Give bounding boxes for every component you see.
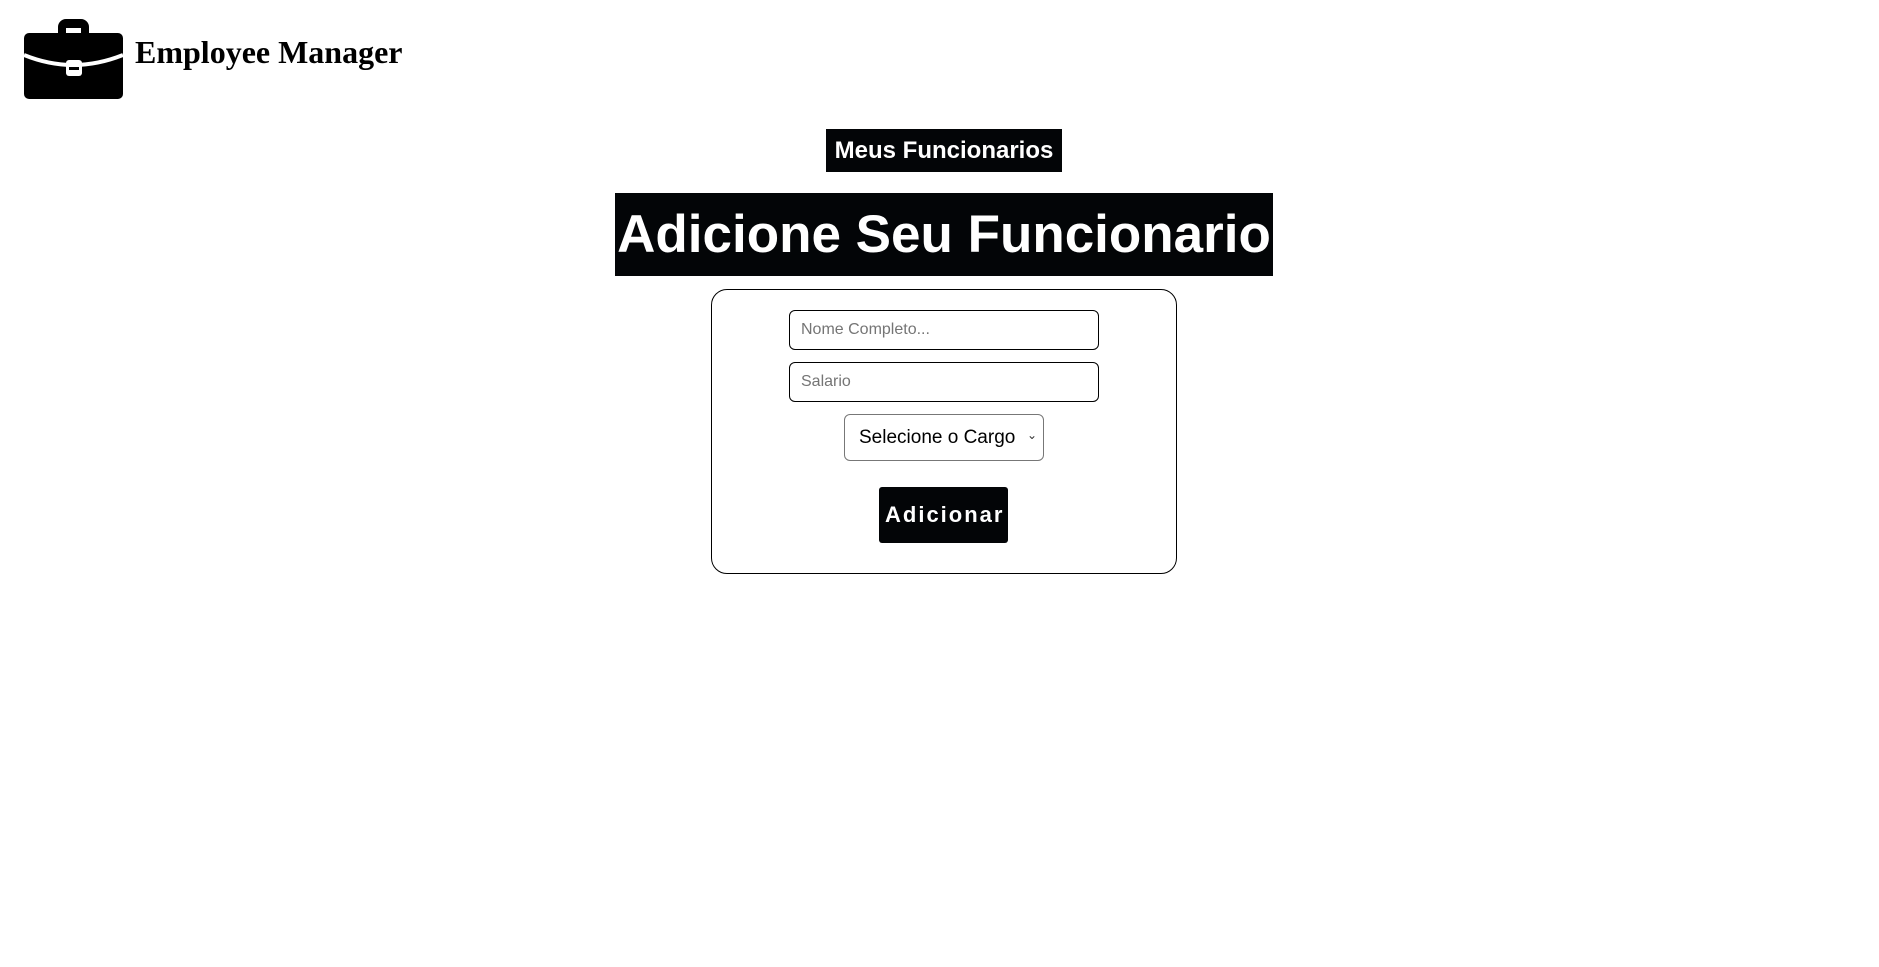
add-button[interactable]: Adicionar (879, 487, 1008, 543)
salary-input[interactable] (789, 362, 1099, 402)
add-employee-form: Selecione o Cargo ⌄ Adicionar (711, 289, 1177, 574)
page-title: Adicione Seu Funcionario (615, 193, 1273, 276)
my-employees-link[interactable]: Meus Funcionarios (826, 129, 1062, 172)
full-name-input[interactable] (789, 310, 1099, 350)
app-brand: Employee Manager (135, 34, 403, 70)
chevron-down-icon: ⌄ (1026, 428, 1037, 442)
role-select[interactable]: Selecione o Cargo ⌄ (844, 414, 1044, 461)
role-select-value: Selecione o Cargo (859, 426, 1016, 448)
briefcase-icon (24, 19, 123, 99)
